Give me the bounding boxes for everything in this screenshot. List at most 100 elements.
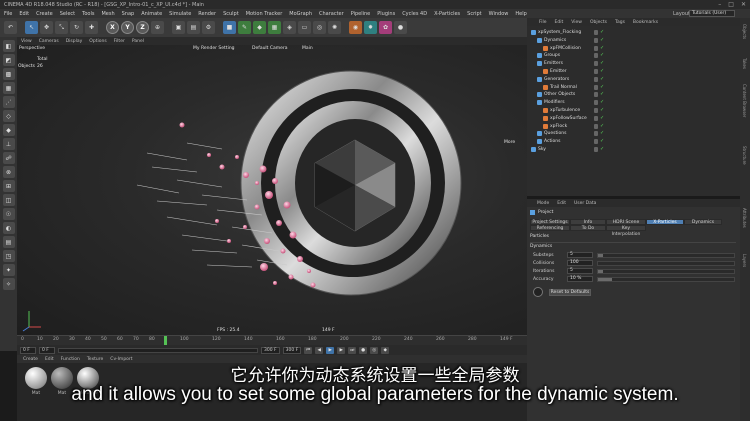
enabled-check-icon[interactable]: ✓: [600, 61, 605, 66]
record-icon[interactable]: ●: [359, 346, 368, 354]
extra-tool-icon[interactable]: ✧: [2, 278, 15, 290]
z-axis-lock-icon[interactable]: Z: [136, 21, 149, 34]
texture-mode-icon[interactable]: ▩: [2, 68, 15, 80]
object-row[interactable]: xpTurbulence ✓: [543, 107, 736, 114]
object-row[interactable]: Modifiers ✓: [537, 99, 736, 106]
scale-icon[interactable]: ⤡: [55, 21, 68, 34]
menu-pipeline[interactable]: Pipeline: [351, 11, 371, 17]
menu-animate[interactable]: Animate: [141, 11, 162, 17]
param-value-field[interactable]: 10 %: [567, 276, 593, 282]
live-selection-icon[interactable]: ↖: [25, 21, 38, 34]
section-particles[interactable]: Particles: [530, 234, 549, 239]
y-axis-lock-icon[interactable]: Y: [121, 21, 134, 34]
viewport-menu-options[interactable]: Options: [89, 39, 106, 44]
object-row[interactable]: xpFollowSurface ✓: [543, 115, 736, 122]
visibility-flag[interactable]: [594, 61, 598, 67]
viewport-menu-cameras[interactable]: Cameras: [39, 39, 59, 44]
viewport-menu-view[interactable]: View: [21, 39, 32, 44]
polygons-mode-icon[interactable]: ◆: [2, 124, 15, 136]
viewport[interactable]: Perspective My Render Setting Default Ca…: [17, 45, 527, 335]
menu-x-particles[interactable]: X-Particles: [434, 11, 460, 17]
object-row[interactable]: Generators ✓: [537, 76, 736, 83]
menu-select[interactable]: Select: [60, 11, 75, 17]
enable-axis-icon[interactable]: ⊥: [2, 138, 15, 150]
timeline-ruler[interactable]: 0 10 20 30 40 50 60 70 80 100 120 140 16…: [17, 335, 527, 345]
enabled-check-icon[interactable]: ✓: [600, 45, 605, 51]
array-icon[interactable]: ▦: [268, 21, 281, 34]
viewport-solo-icon[interactable]: ◐: [2, 222, 15, 234]
xp-modifier-icon[interactable]: ✿: [379, 21, 392, 34]
object-row[interactable]: xpSystem_Flocking ✓: [531, 29, 736, 36]
visibility-flag[interactable]: [594, 30, 598, 35]
object-row[interactable]: Emitter ✓: [543, 68, 736, 75]
object-row[interactable]: Other Objects ✓: [537, 91, 736, 98]
object-row[interactable]: xpFMCollision ✓: [543, 45, 736, 52]
menu-mesh[interactable]: Mesh: [101, 11, 114, 17]
preview-range-slider[interactable]: [58, 347, 258, 353]
layout-select[interactable]: Tutorials (User): [689, 10, 735, 17]
go-to-end-icon[interactable]: ⏭: [348, 346, 357, 354]
enabled-check-icon[interactable]: ✓: [600, 115, 605, 121]
visibility-flag[interactable]: [594, 115, 598, 121]
xp-system-icon[interactable]: ✸: [364, 21, 377, 34]
tab-x-particles[interactable]: X-Particles: [646, 219, 684, 225]
edges-mode-icon[interactable]: ◇: [2, 110, 15, 122]
menu-script[interactable]: Script: [467, 11, 482, 17]
am-menu-user-data[interactable]: User Data: [574, 201, 596, 206]
enabled-check-icon[interactable]: ✓: [600, 69, 605, 74]
menu-file[interactable]: File: [4, 11, 12, 17]
keyframe-icon[interactable]: ◆: [381, 346, 390, 354]
python-icon[interactable]: ✦: [2, 264, 15, 276]
floor-icon[interactable]: ▭: [298, 21, 311, 34]
points-mode-icon[interactable]: ⋰: [2, 96, 15, 108]
visibility-flag[interactable]: [594, 108, 598, 113]
tab-key-interpolation[interactable]: Key Interpolation: [606, 225, 646, 237]
param-slider[interactable]: [597, 253, 735, 258]
current-frame-field[interactable]: 0 F: [39, 346, 55, 354]
enabled-check-icon[interactable]: ✓: [600, 100, 605, 105]
tab-takes[interactable]: Takes: [742, 58, 747, 69]
param-value-field[interactable]: 5: [567, 252, 593, 258]
menu-render[interactable]: Render: [198, 11, 216, 17]
solo-icon[interactable]: ☉: [2, 208, 15, 220]
object-row[interactable]: Groups ✓: [537, 52, 736, 59]
menu-cycles4d[interactable]: Cycles 4D: [402, 11, 427, 17]
recent-tool-icon[interactable]: ✚: [85, 21, 98, 34]
tweak-mode-icon[interactable]: ☍: [2, 152, 15, 164]
close-icon[interactable]: ✕: [741, 1, 746, 8]
object-row[interactable]: xpFlock ✓: [543, 123, 736, 130]
om-menu-file[interactable]: File: [539, 20, 547, 25]
visibility-flag[interactable]: [594, 45, 598, 51]
tab-to-do[interactable]: To Do: [570, 225, 606, 231]
viewport-menu-panel[interactable]: Panel: [132, 39, 144, 44]
menu-mograph[interactable]: MoGraph: [289, 11, 312, 17]
enabled-check-icon[interactable]: ✓: [600, 76, 605, 82]
visibility-flag[interactable]: [594, 76, 598, 82]
xp-cache-icon[interactable]: ●: [394, 21, 407, 34]
viewport-menu-filter[interactable]: Filter: [114, 39, 125, 44]
render-view-icon[interactable]: ▣: [172, 21, 185, 34]
enabled-check-icon[interactable]: ✓: [600, 147, 605, 152]
om-menu-bookmarks[interactable]: Bookmarks: [633, 20, 658, 25]
visibility-flag[interactable]: [594, 123, 598, 129]
viewport-menu-display[interactable]: Display: [66, 39, 83, 44]
visibility-flag[interactable]: [594, 84, 598, 90]
menu-tools[interactable]: Tools: [82, 11, 94, 17]
cube-icon[interactable]: ■: [223, 21, 236, 34]
tab-content-browser[interactable]: Content Browser: [742, 84, 747, 117]
menu-sculpt[interactable]: Sculpt: [223, 11, 239, 17]
tab-dynamics[interactable]: Dynamics: [684, 219, 722, 225]
param-slider[interactable]: [597, 269, 735, 274]
om-menu-tags[interactable]: Tags: [615, 20, 625, 25]
max-frame-field[interactable]: 300 F: [282, 346, 302, 354]
visibility-flag[interactable]: [594, 139, 598, 145]
menu-window[interactable]: Window: [489, 11, 509, 17]
light-icon[interactable]: ✺: [328, 21, 341, 34]
menu-create[interactable]: Create: [36, 11, 53, 17]
menu-help[interactable]: Help: [515, 11, 526, 17]
object-row[interactable]: Trail Normal ✓: [543, 84, 736, 91]
tab-layers[interactable]: Layers: [742, 254, 747, 267]
planar-workplane-icon[interactable]: ◫: [2, 194, 15, 206]
tab-structure[interactable]: Structure: [742, 146, 747, 165]
tab-objects[interactable]: Objects: [742, 24, 747, 39]
